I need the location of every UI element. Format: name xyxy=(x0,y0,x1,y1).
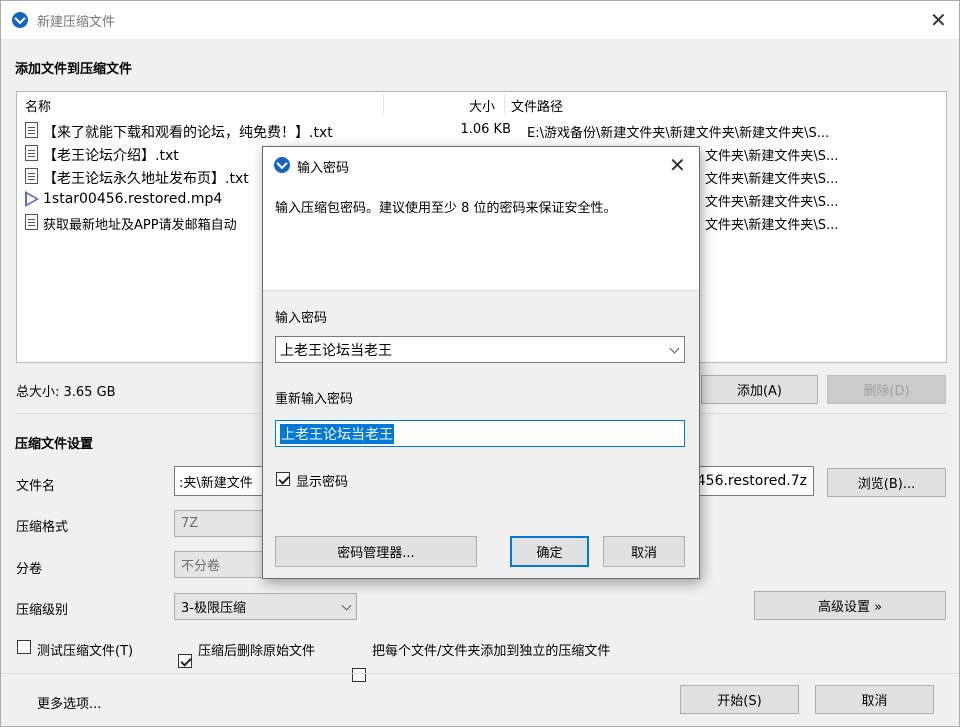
file-row[interactable]: 【来了就能下载和观看的论坛，纯免费！】.txt 1.06 KB E:\游戏备份\… xyxy=(23,119,943,142)
file-path: 文件夹\新建文件夹\S... xyxy=(705,172,839,187)
start-button[interactable]: 开始(S) xyxy=(680,685,799,714)
file-name: 【来了就能下载和观看的论坛，纯免费！】.txt xyxy=(43,125,333,141)
file-size: 1.06 KB xyxy=(460,122,511,137)
reenter-password-input[interactable]: 上老王论坛当老王 xyxy=(275,420,685,447)
filename-label: 文件名 xyxy=(16,479,56,494)
settings-section-title: 压缩文件设置 xyxy=(15,437,94,452)
app-logo-icon xyxy=(12,12,28,28)
file-path: 文件夹\新建文件夹\S... xyxy=(705,218,839,233)
dialog-instruction: 输入压缩包密码。建议使用至少 8 位的密码来保证安全性。 xyxy=(275,201,617,216)
level-value: 3-极限压缩 xyxy=(181,601,246,616)
filename-value-end: 456.restored.7z xyxy=(696,473,807,489)
format-label: 压缩格式 xyxy=(16,520,69,535)
column-divider xyxy=(383,94,384,114)
level-label: 压缩级别 xyxy=(16,603,69,618)
format-value: 7Z xyxy=(181,516,199,531)
browse-button[interactable]: 浏览(B)... xyxy=(827,468,946,497)
separate-archives-checkbox[interactable] xyxy=(352,668,366,682)
file-name: 【老王论坛介绍】.txt xyxy=(43,148,179,164)
split-label: 分卷 xyxy=(16,562,43,577)
text-file-icon xyxy=(25,122,38,138)
reenter-password-value: 上老王论坛当老王 xyxy=(280,423,394,444)
password-value: 上老王论坛当老王 xyxy=(280,342,392,359)
text-file-icon xyxy=(25,168,38,184)
add-files-section-title: 添加文件到压缩文件 xyxy=(15,62,133,77)
advanced-settings-button[interactable]: 高级设置 » xyxy=(754,591,946,620)
password-manager-button[interactable]: 密码管理器... xyxy=(275,536,477,567)
test-archive-checkbox[interactable] xyxy=(17,640,31,654)
column-divider xyxy=(504,94,505,114)
column-header-path[interactable]: 文件路径 xyxy=(511,96,563,115)
password-label: 输入密码 xyxy=(275,311,328,326)
split-value: 不分卷 xyxy=(181,559,221,574)
show-password-label[interactable]: 显示密码 xyxy=(296,471,348,490)
filename-value-start: :夹\新建文件 xyxy=(179,475,253,491)
ok-button[interactable]: 确定 xyxy=(510,536,589,567)
dialog-cancel-button[interactable]: 取消 xyxy=(603,536,685,567)
dialog-title: 输入密码 xyxy=(297,161,350,176)
test-archive-label[interactable]: 测试压缩文件(T) xyxy=(37,640,133,659)
video-file-icon xyxy=(25,191,39,207)
cancel-button[interactable]: 取消 xyxy=(815,685,934,714)
file-name: 【老王论坛永久地址发布页】.txt xyxy=(43,171,249,187)
file-path: 文件夹\新建文件夹\S... xyxy=(705,149,839,164)
password-combo[interactable]: 上老王论坛当老王 xyxy=(275,336,685,363)
separate-archives-label[interactable]: 把每个文件/文件夹添加到独立的压缩文件 xyxy=(372,640,610,659)
chevron-down-icon[interactable] xyxy=(669,343,680,354)
file-path: 文件夹\新建文件夹\S... xyxy=(705,195,839,210)
show-password-checkbox[interactable] xyxy=(276,472,290,486)
divider xyxy=(1,673,959,674)
title-bar: 新建压缩文件 ✕ xyxy=(1,1,959,39)
add-button[interactable]: 添加(A) xyxy=(701,375,818,404)
window-close-button[interactable]: ✕ xyxy=(930,10,947,30)
text-file-icon xyxy=(25,145,38,161)
delete-button[interactable]: 删除(D) xyxy=(827,375,946,404)
level-select[interactable]: 3-极限压缩 xyxy=(174,593,357,620)
file-name: 获取最新地址及APP请发邮箱自动 xyxy=(43,218,237,233)
file-path: E:\游戏备份\新建文件夹\新建文件夹\新建文件夹\S... xyxy=(527,126,830,141)
text-file-icon xyxy=(25,214,38,230)
file-name: 1star00456.restored.mp4 xyxy=(43,191,223,207)
total-size: 总大小: 3.65 GB xyxy=(16,385,116,400)
more-options-label[interactable]: 更多选项... xyxy=(37,693,101,712)
chevron-down-icon xyxy=(341,600,352,611)
password-dialog: 输入密码 ✕ 输入压缩包密码。建议使用至少 8 位的密码来保证安全性。 输入密码… xyxy=(262,146,700,579)
column-header-size[interactable]: 大小 xyxy=(469,96,495,115)
reenter-password-label: 重新输入密码 xyxy=(275,392,354,407)
dialog-instruction-area: 输入压缩包密码。建议使用至少 8 位的密码来保证安全性。 xyxy=(263,183,699,291)
dialog-title-bar: 输入密码 ✕ xyxy=(263,147,699,183)
dialog-close-button[interactable]: ✕ xyxy=(669,155,686,175)
window-title: 新建压缩文件 xyxy=(37,15,116,30)
delete-after-checkbox[interactable] xyxy=(178,654,192,668)
app-logo-icon xyxy=(274,157,290,173)
column-header-name[interactable]: 名称 xyxy=(25,96,51,115)
delete-after-label[interactable]: 压缩后删除原始文件 xyxy=(198,640,315,659)
